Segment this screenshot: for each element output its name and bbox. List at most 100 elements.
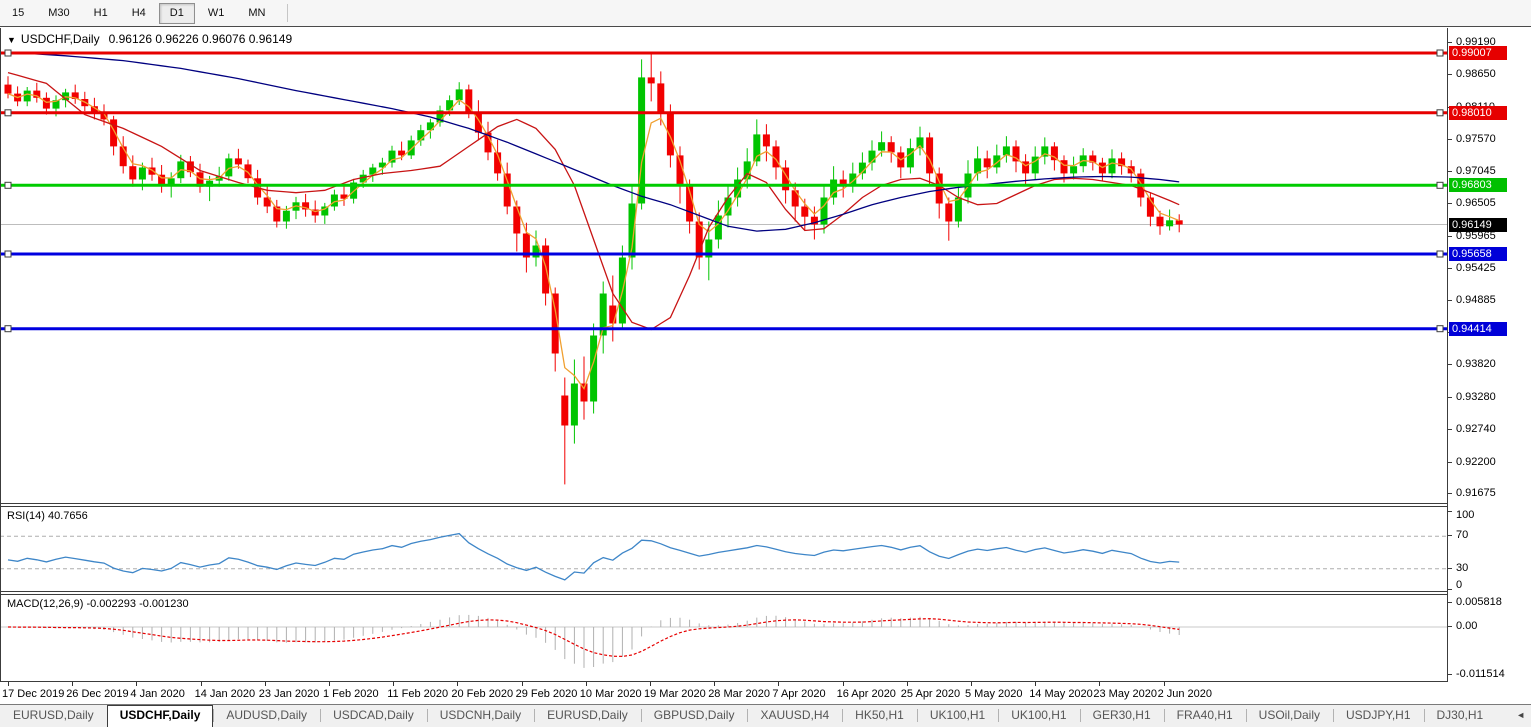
- timeframe-button-h1[interactable]: H1: [83, 3, 119, 24]
- axis-tick: [1448, 364, 1452, 365]
- symbol-dropdown-icon[interactable]: ▼: [7, 35, 16, 45]
- date-label: 28 Mar 2020: [708, 688, 770, 700]
- macd-indicator-label: MACD(12,26,9) -0.002293 -0.001230: [7, 598, 189, 610]
- price-badge-0.96149: 0.96149: [1449, 218, 1507, 232]
- price-badge-0.94414: 0.94414: [1449, 322, 1507, 336]
- line-handle: [1437, 110, 1443, 116]
- timeframe-button-m30[interactable]: M30: [37, 3, 80, 24]
- axis-tick: [1448, 268, 1452, 269]
- panel-separator[interactable]: [0, 591, 1447, 592]
- price-chart-panel[interactable]: ▼ USDCHF,Daily 0.96126 0.96226 0.96076 0.9…: [0, 28, 1447, 504]
- date-tick: [201, 682, 202, 686]
- timeframe-button-w1[interactable]: W1: [197, 3, 236, 24]
- tab-usdjpy-h1[interactable]: USDJPY,H1: [1333, 705, 1423, 727]
- date-label: 29 Feb 2020: [516, 688, 578, 700]
- price-badge-0.99007: 0.99007: [1449, 46, 1507, 60]
- tab-audusd-daily[interactable]: AUDUSD,Daily: [213, 705, 320, 727]
- line-handle: [1437, 326, 1443, 332]
- date-axis[interactable]: 17 Dec 201926 Dec 20194 Jan 202014 Jan 2…: [0, 682, 1531, 704]
- axis-tick: [1448, 568, 1452, 569]
- axis-tick: [1448, 429, 1452, 430]
- date-label: 23 May 2020: [1093, 688, 1157, 700]
- date-tick: [1164, 682, 1165, 686]
- price-tick-label: 0.97045: [1456, 165, 1496, 177]
- chart-symbol-label: USDCHF,Daily: [21, 32, 100, 46]
- date-label: 1 Feb 2020: [323, 688, 379, 700]
- timeframe-toolbar: 15M30H1H4D1W1MN: [0, 0, 1531, 27]
- date-tick: [8, 682, 9, 686]
- line-handle: [1437, 182, 1443, 188]
- horizontal-line-0.95658[interactable]: [0, 251, 1447, 257]
- date-label: 14 May 2020: [1029, 688, 1093, 700]
- timeframe-button-h4[interactable]: H4: [121, 3, 157, 24]
- tab-hk50-h1[interactable]: HK50,H1: [842, 705, 917, 727]
- line-handle: [1437, 251, 1443, 257]
- panel-separator[interactable]: [0, 503, 1447, 504]
- rsi-tick-label: 70: [1456, 529, 1468, 541]
- date-tick: [907, 682, 908, 686]
- tab-xauusd-h4[interactable]: XAUUSD,H4: [747, 705, 842, 727]
- axis-tick: [1448, 42, 1452, 43]
- tab-usdchf-daily[interactable]: USDCHF,Daily: [107, 705, 214, 727]
- chart-title: ▼ USDCHF,Daily 0.96126 0.96226 0.96076 0.9…: [7, 32, 292, 46]
- chart-tabbar: EURUSD,DailyUSDCHF,DailyAUDUSD,DailyUSDC…: [0, 704, 1531, 727]
- date-tick: [136, 682, 137, 686]
- price-tick-label: 0.93820: [1456, 358, 1496, 370]
- axis-tick: [1448, 203, 1452, 204]
- date-tick: [457, 682, 458, 686]
- date-label: 26 Dec 2019: [66, 688, 128, 700]
- tab-ger30-h1[interactable]: GER30,H1: [1080, 705, 1164, 727]
- timeframe-button-d1[interactable]: D1: [159, 3, 195, 24]
- tab-uk100-h1[interactable]: UK100,H1: [917, 705, 998, 727]
- tab-eurusd-daily[interactable]: EURUSD,Daily: [534, 705, 641, 727]
- tab-eurusd-daily[interactable]: EURUSD,Daily: [0, 705, 107, 727]
- horizontal-line-0.94414[interactable]: [0, 326, 1447, 332]
- chart-ohlc-values: 0.96126 0.96226 0.96076 0.96149: [109, 32, 293, 46]
- tab-usoil-daily[interactable]: USOil,Daily: [1246, 705, 1333, 727]
- tab-usdcad-daily[interactable]: USDCAD,Daily: [320, 705, 427, 727]
- rsi-indicator-label: RSI(14) 40.7656: [7, 510, 88, 522]
- tab-gbpusd-daily[interactable]: GBPUSD,Daily: [641, 705, 748, 727]
- price-axis[interactable]: 0.991900.986500.981100.975700.970450.965…: [1447, 28, 1531, 682]
- horizontal-line-0.96803[interactable]: [0, 182, 1447, 188]
- axis-tick: [1448, 74, 1452, 75]
- date-label: 2 Jun 2020: [1158, 688, 1212, 700]
- price-tick-label: 0.93280: [1456, 391, 1496, 403]
- tab-fra40-h1[interactable]: FRA40,H1: [1164, 705, 1246, 727]
- price-tick-label: 0.92740: [1456, 423, 1496, 435]
- date-tick: [329, 682, 330, 686]
- tab-dj30-h1[interactable]: DJ30,H1: [1424, 705, 1497, 727]
- price-tick-label: 0.95425: [1456, 262, 1496, 274]
- rsi-line: [8, 534, 1179, 580]
- candlestick-chart[interactable]: [0, 28, 1447, 504]
- axis-tick: [1448, 300, 1452, 301]
- date-label: 7 Apr 2020: [772, 688, 825, 700]
- tab-usdcnh-daily[interactable]: USDCNH,Daily: [427, 705, 534, 727]
- candlestick-series: [5, 53, 1183, 485]
- toolbar-separator: [287, 4, 288, 22]
- window-border: [0, 28, 1, 682]
- date-label: 10 Mar 2020: [580, 688, 642, 700]
- line-handle: [5, 50, 11, 56]
- tab-uk100-h1[interactable]: UK100,H1: [998, 705, 1079, 727]
- rsi-chart: [0, 508, 1447, 592]
- date-tick: [265, 682, 266, 686]
- rsi-tick-label: 100: [1456, 509, 1474, 521]
- horizontal-line-0.99007[interactable]: [0, 50, 1447, 56]
- horizontal-line-0.9801[interactable]: [0, 110, 1447, 116]
- macd-tick-label: 0.005818: [1456, 596, 1502, 608]
- axis-tick: [1448, 602, 1452, 603]
- date-tick: [1099, 682, 1100, 686]
- timeframe-button-mn[interactable]: MN: [237, 3, 276, 24]
- line-handle: [5, 182, 11, 188]
- ma-slow: [8, 52, 1179, 231]
- axis-tick: [1448, 535, 1452, 536]
- ma-mid: [8, 73, 1179, 330]
- timeframe-button-15[interactable]: 15: [1, 3, 35, 24]
- date-label: 19 Mar 2020: [644, 688, 706, 700]
- macd-tick-label: 0.00: [1456, 620, 1477, 632]
- date-tick: [778, 682, 779, 686]
- axis-tick: [1448, 511, 1452, 512]
- date-label: 17 Dec 2019: [2, 688, 64, 700]
- scroll-tabs-left-icon[interactable]: ◄: [1516, 710, 1525, 727]
